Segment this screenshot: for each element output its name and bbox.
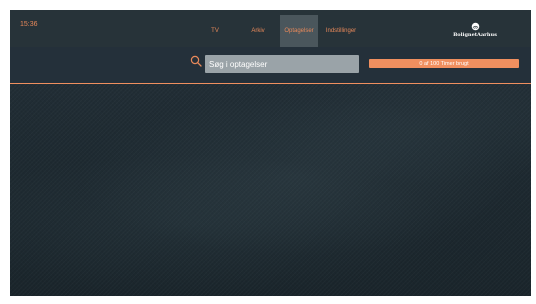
brand-logo: BolignetAarhus xyxy=(440,22,510,42)
clock: 15:36 xyxy=(20,21,38,28)
usage-indicator: 0 af 100 Timer brugt xyxy=(369,59,519,68)
tab-arkiv[interactable]: Arkiv xyxy=(238,15,278,47)
tv-screen: 15:36 TV Arkiv Optagelser Indstillinger … xyxy=(10,10,531,296)
logo-icon xyxy=(471,22,479,31)
tab-optagelser-label: Optagelser xyxy=(284,28,314,34)
tab-tv-label: TV xyxy=(211,28,219,34)
logo-text: BolignetAarhus xyxy=(453,32,497,38)
top-bar: 15:36 TV Arkiv Optagelser Indstillinger … xyxy=(10,10,531,47)
tab-arkiv-label: Arkiv xyxy=(251,28,265,34)
search-icon[interactable] xyxy=(190,55,202,67)
header-divider xyxy=(10,83,531,84)
usage-label: 0 af 100 Timer brugt xyxy=(419,60,469,67)
tab-indstillinger-label: Indstillinger xyxy=(325,28,357,34)
tab-indstillinger[interactable]: Indstillinger xyxy=(319,15,363,47)
search-input[interactable] xyxy=(205,55,359,73)
tab-tv[interactable]: TV xyxy=(195,15,235,47)
tab-optagelser[interactable]: Optagelser xyxy=(280,15,318,47)
